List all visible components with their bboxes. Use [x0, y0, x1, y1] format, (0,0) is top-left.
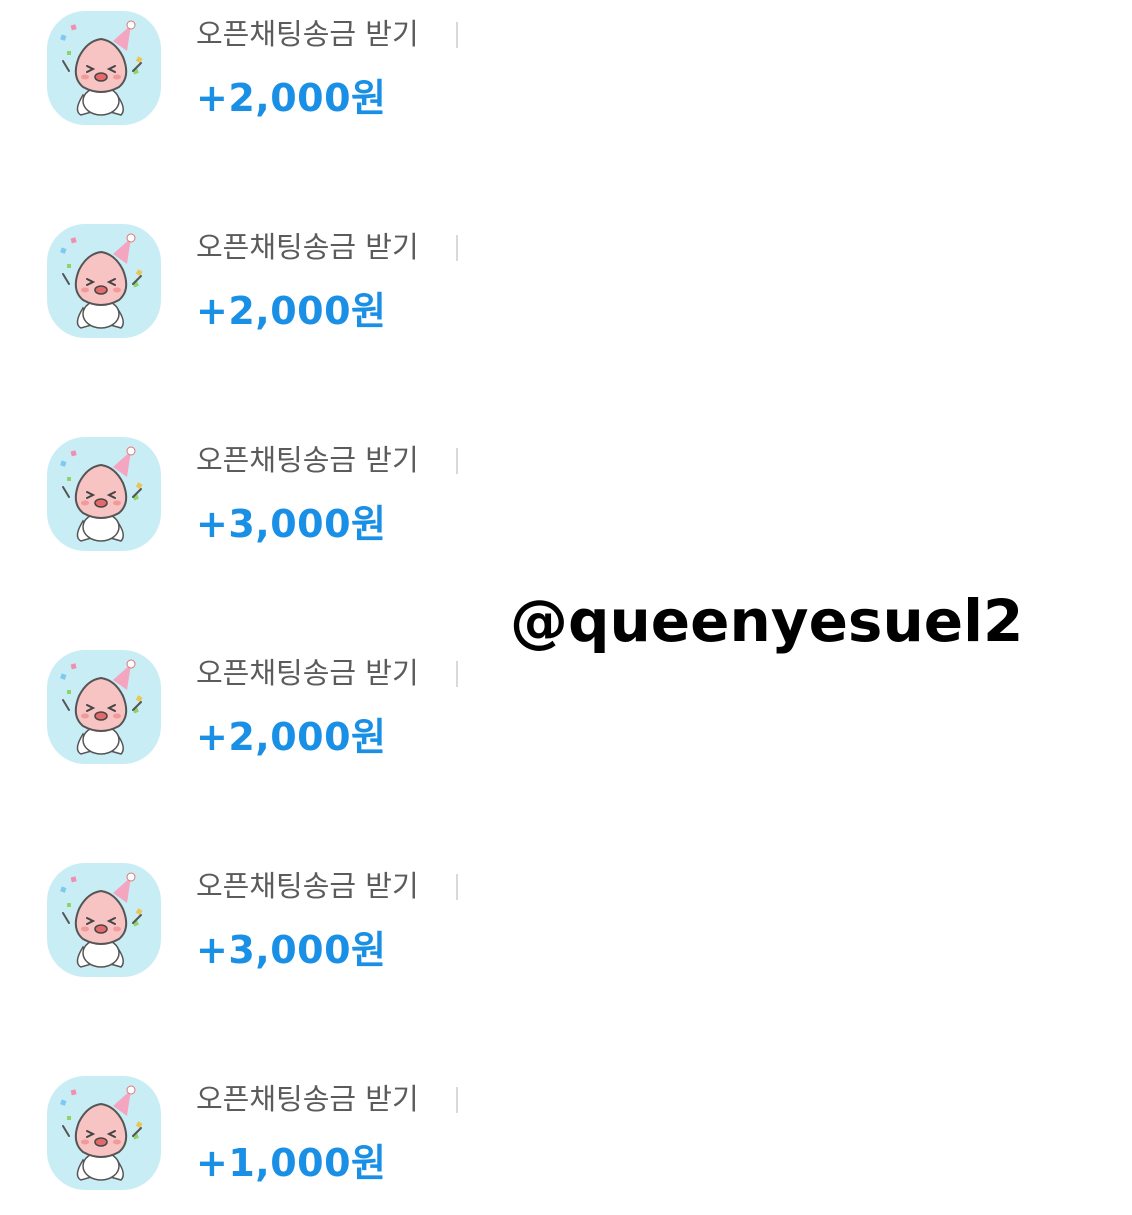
transaction-amount: +3,000원	[196, 928, 387, 972]
transaction-description: 오픈채팅송금 받기	[196, 1082, 419, 1116]
apeach-party-icon	[47, 1076, 161, 1190]
apeach-party-icon	[47, 437, 161, 551]
transaction-amount: +2,000원	[196, 715, 387, 759]
transaction-amount: +3,000원	[196, 502, 387, 546]
watermark-handle: @queenyesuel2	[510, 587, 1024, 655]
divider	[456, 448, 458, 474]
transaction-description: 오픈채팅송금 받기	[196, 443, 419, 477]
divider	[456, 235, 458, 261]
transaction-description: 오픈채팅송금 받기	[196, 656, 419, 690]
apeach-party-icon	[47, 224, 161, 338]
transaction-row[interactable]: 오픈채팅송금 받기 +2,000원	[0, 0, 700, 150]
divider	[456, 1087, 458, 1113]
apeach-party-icon	[47, 11, 161, 125]
divider	[456, 661, 458, 687]
transaction-row[interactable]: 오픈채팅송금 받기 +3,000원	[0, 426, 700, 576]
transaction-description: 오픈채팅송금 받기	[196, 230, 419, 264]
transaction-amount: +2,000원	[196, 76, 387, 120]
apeach-party-icon	[47, 863, 161, 977]
transaction-row[interactable]: 오픈채팅송금 받기 +2,000원	[0, 213, 700, 363]
transaction-amount: +1,000원	[196, 1141, 387, 1185]
transaction-description: 오픈채팅송금 받기	[196, 17, 419, 51]
transaction-description: 오픈채팅송금 받기	[196, 869, 419, 903]
divider	[456, 874, 458, 900]
divider	[456, 22, 458, 48]
transaction-row[interactable]: 오픈채팅송금 받기 +1,000원	[0, 1065, 700, 1215]
apeach-party-icon	[47, 650, 161, 764]
transaction-row[interactable]: 오픈채팅송금 받기 +3,000원	[0, 852, 700, 1002]
transaction-row[interactable]: 오픈채팅송금 받기 +2,000원	[0, 639, 700, 789]
transaction-amount: +2,000원	[196, 289, 387, 333]
